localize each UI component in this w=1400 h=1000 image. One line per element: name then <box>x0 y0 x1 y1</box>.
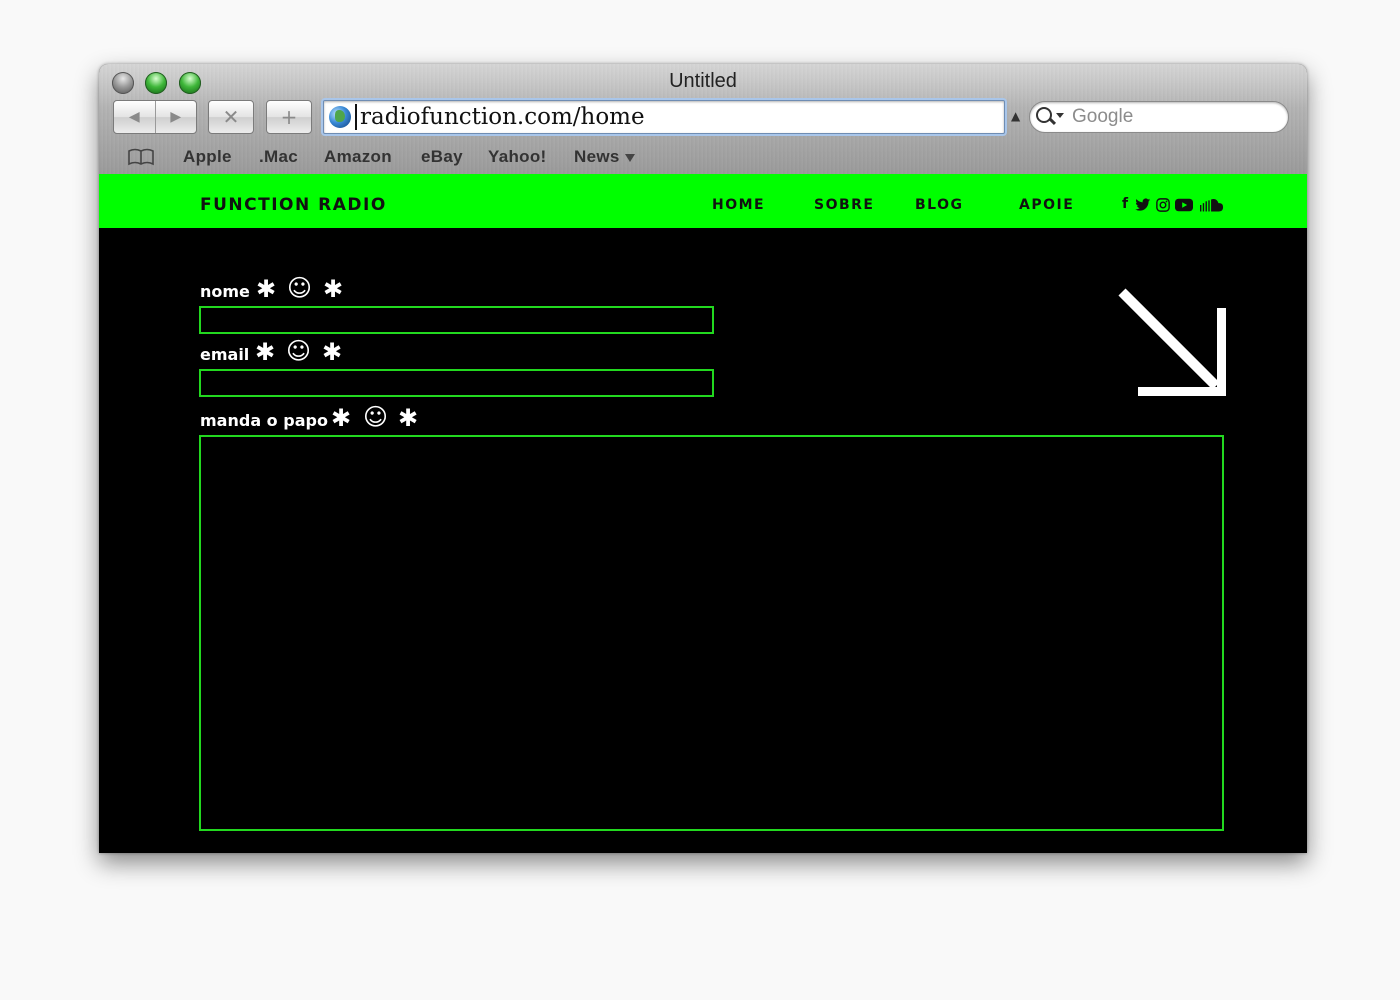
asterisk-icon: ✱ <box>255 338 276 366</box>
bookmarks-bar: Apple .Mac Amazon eBay Yahoo! News <box>99 142 1307 174</box>
name-field[interactable] <box>199 306 714 334</box>
search-placeholder: Google <box>1072 106 1134 127</box>
browser-toolbar: Untitled ◀ ▶ ✕ + radiofunction.com/home … <box>99 64 1307 175</box>
back-forward-buttons: ◀ ▶ <box>113 100 197 134</box>
asterisk-icon: ✱ <box>331 404 352 432</box>
nav-apoie[interactable]: APOIE <box>1019 197 1074 213</box>
facebook-icon[interactable]: f <box>1122 196 1128 212</box>
youtube-icon[interactable] <box>1175 197 1193 213</box>
nav-sobre[interactable]: SOBRE <box>814 197 875 213</box>
smiley-icon: ☺ <box>287 274 313 302</box>
forward-arrow-icon[interactable]: ▶ <box>156 109 197 125</box>
bookmark-mac[interactable]: .Mac <box>259 147 298 167</box>
nav-blog[interactable]: BLOG <box>915 197 964 213</box>
bookmark-amazon[interactable]: Amazon <box>324 147 392 167</box>
url-text[interactable]: radiofunction.com/home <box>355 104 645 130</box>
instagram-icon[interactable] <box>1156 197 1170 213</box>
email-label: email <box>200 345 250 364</box>
dropdown-triangle-icon <box>624 153 635 162</box>
search-icon[interactable] <box>1036 106 1064 128</box>
search-input[interactable]: Google <box>1029 101 1289 133</box>
message-field[interactable] <box>199 435 1224 831</box>
bookmark-news[interactable]: News <box>574 147 635 167</box>
window-title: Untitled <box>669 70 737 92</box>
site-header: FUNCTION RADIO HOME SOBRE BLOG APOIE f <box>99 174 1307 228</box>
smiley-icon: ☺ <box>286 337 312 365</box>
nav-home[interactable]: HOME <box>712 197 765 213</box>
address-bar[interactable]: radiofunction.com/home <box>323 100 1005 134</box>
asterisk-icon: ✱ <box>256 275 277 303</box>
arrow-down-right-icon <box>1118 288 1226 396</box>
bookmark-apple[interactable]: Apple <box>183 147 232 167</box>
reload-indicator-icon[interactable]: ▲ <box>1011 109 1020 123</box>
add-bookmark-button[interactable]: + <box>266 100 312 134</box>
email-field[interactable] <box>199 369 714 397</box>
close-icon: ✕ <box>222 105 240 129</box>
name-label: nome <box>200 282 250 301</box>
asterisk-icon: ✱ <box>398 404 419 432</box>
asterisk-icon: ✱ <box>323 275 344 303</box>
asterisk-icon: ✱ <box>322 338 343 366</box>
plus-icon: + <box>280 105 298 129</box>
stop-button[interactable]: ✕ <box>208 100 254 134</box>
back-arrow-icon[interactable]: ◀ <box>114 109 155 125</box>
book-icon[interactable] <box>127 148 155 166</box>
smiley-icon: ☺ <box>363 403 389 431</box>
bookmark-yahoo[interactable]: Yahoo! <box>488 147 546 167</box>
bookmark-news-label: News <box>574 147 620 166</box>
twitter-icon[interactable] <box>1135 197 1151 213</box>
message-label: manda o papo <box>200 411 328 430</box>
browser-window: Untitled ◀ ▶ ✕ + radiofunction.com/home … <box>99 64 1307 853</box>
soundcloud-icon[interactable] <box>1200 197 1224 213</box>
bookmark-ebay[interactable]: eBay <box>421 147 463 167</box>
globe-icon <box>329 106 351 128</box>
site-logo[interactable]: FUNCTION RADIO <box>200 195 387 215</box>
